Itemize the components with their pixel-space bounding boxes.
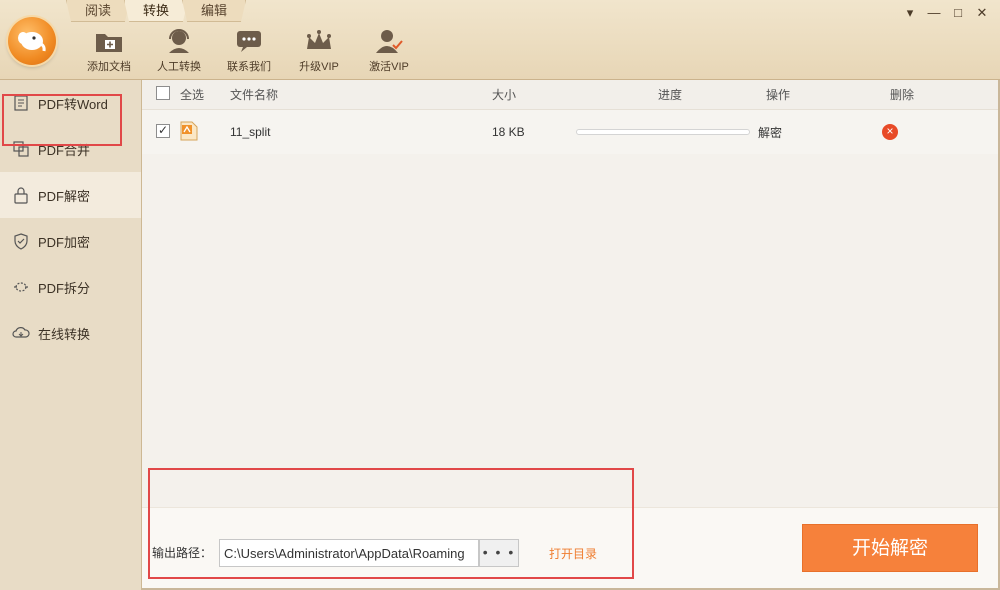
header-action: 操作 bbox=[766, 88, 791, 102]
header-size: 大小 bbox=[492, 88, 517, 102]
table-row[interactable]: 11_split 18 KB 解密 × bbox=[142, 110, 998, 154]
sidebar-item-pdf-decrypt[interactable]: PDF解密 bbox=[0, 172, 141, 218]
merge-icon bbox=[13, 141, 29, 157]
header-file-name: 文件名称 bbox=[230, 88, 279, 102]
bottom-bar: 输出路径： • • • 打开目录 开始解密 bbox=[142, 507, 998, 588]
main-panel: 全选 文件名称 大小 进度 操作 删除 11_split 18 KB 解密 × … bbox=[142, 80, 998, 588]
sidebar-item-pdf-merge[interactable]: PDF合并 bbox=[0, 126, 141, 172]
contact-us-label: 联系我们 bbox=[227, 61, 271, 73]
sidebar-item-label: 在线转换 bbox=[38, 326, 91, 342]
start-decrypt-button[interactable]: 开始解密 bbox=[802, 524, 978, 572]
tab-read[interactable]: 阅读 bbox=[66, 0, 131, 22]
cloud-icon bbox=[12, 327, 30, 338]
shield-icon bbox=[14, 233, 28, 250]
tab-edit[interactable]: 编辑 bbox=[182, 0, 247, 22]
row-checkbox[interactable] bbox=[156, 123, 170, 138]
sidebar: PDF转Word PDF合并 PDF解密 PDF加密 PDF拆分 在线转换 bbox=[0, 80, 142, 590]
output-path-input[interactable] bbox=[219, 539, 479, 567]
top-bar: 阅读 转换 编辑 添加文档 人工转换 联系我们 升级VIP 激活VIP ▾ — … bbox=[0, 0, 1000, 80]
split-icon bbox=[14, 282, 28, 292]
upgrade-vip-button[interactable]: 升级VIP bbox=[284, 26, 354, 76]
select-all-label: 全选 bbox=[180, 88, 205, 102]
contact-us-button[interactable]: 联系我们 bbox=[214, 26, 284, 76]
upgrade-vip-label: 升级VIP bbox=[299, 61, 339, 73]
menu-dropdown-icon[interactable]: ▾ bbox=[898, 4, 922, 22]
mode-tabs: 阅读 转换 编辑 bbox=[66, 0, 247, 22]
sidebar-item-label: PDF转Word bbox=[38, 96, 108, 112]
delete-icon[interactable]: × bbox=[882, 124, 898, 140]
manual-convert-label: 人工转换 bbox=[157, 61, 201, 73]
word-doc-icon bbox=[14, 95, 28, 111]
file-size: 18 KB bbox=[492, 125, 525, 139]
sidebar-item-label: PDF拆分 bbox=[38, 280, 91, 296]
progress-bar bbox=[576, 129, 750, 135]
headset-icon bbox=[169, 29, 189, 53]
browse-button[interactable]: • • • bbox=[479, 539, 519, 567]
activate-vip-label: 激活VIP bbox=[369, 61, 409, 73]
sidebar-item-pdf-to-word[interactable]: PDF转Word bbox=[0, 80, 141, 126]
add-document-button[interactable]: 添加文档 bbox=[74, 26, 144, 76]
tab-convert[interactable]: 转换 bbox=[124, 0, 189, 22]
folder-add-icon bbox=[96, 34, 122, 52]
table-header: 全选 文件名称 大小 进度 操作 删除 bbox=[142, 80, 998, 110]
sidebar-item-label: PDF合并 bbox=[38, 142, 91, 158]
add-document-label: 添加文档 bbox=[87, 61, 131, 73]
file-name: 11_split bbox=[230, 125, 271, 139]
open-directory-link[interactable]: 打开目录 bbox=[549, 545, 597, 562]
manual-convert-button[interactable]: 人工转换 bbox=[144, 26, 214, 76]
sidebar-item-label: PDF加密 bbox=[38, 234, 91, 250]
minimize-icon[interactable]: — bbox=[922, 4, 946, 22]
toolbar: 添加文档 人工转换 联系我们 升级VIP 激活VIP bbox=[74, 26, 424, 76]
output-path-label: 输出路径： bbox=[152, 546, 213, 560]
app-logo bbox=[8, 17, 56, 65]
sidebar-item-pdf-split[interactable]: PDF拆分 bbox=[0, 264, 141, 310]
select-all-checkbox[interactable] bbox=[156, 86, 170, 100]
user-activate-icon bbox=[376, 30, 403, 53]
elephant-logo-icon bbox=[18, 32, 46, 52]
decrypt-action-link[interactable]: 解密 bbox=[758, 124, 882, 141]
sidebar-item-label: PDF解密 bbox=[38, 188, 91, 204]
header-progress: 进度 bbox=[658, 88, 683, 102]
unlock-icon bbox=[14, 187, 28, 204]
chat-icon bbox=[237, 31, 261, 52]
close-icon[interactable]: ✕ bbox=[970, 4, 994, 22]
pdf-file-icon bbox=[180, 121, 198, 140]
sidebar-item-pdf-encrypt[interactable]: PDF加密 bbox=[0, 218, 141, 264]
sidebar-item-online-convert[interactable]: 在线转换 bbox=[0, 310, 141, 356]
maximize-icon[interactable]: □ bbox=[946, 4, 970, 22]
crown-icon bbox=[307, 30, 331, 49]
activate-vip-button[interactable]: 激活VIP bbox=[354, 26, 424, 76]
header-delete: 删除 bbox=[890, 88, 915, 102]
window-controls: ▾ — □ ✕ bbox=[898, 4, 994, 22]
